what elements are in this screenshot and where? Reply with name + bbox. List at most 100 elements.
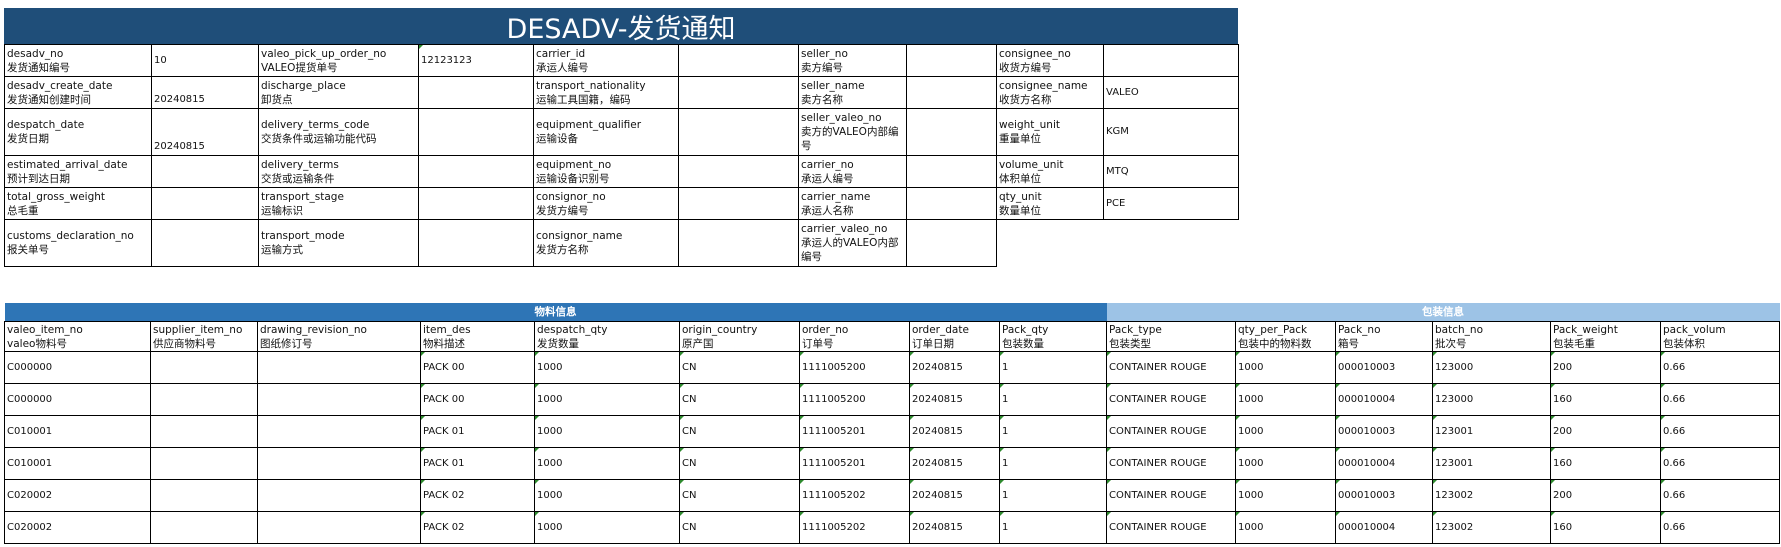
table-cell-pack-volum[interactable]: 0.66 (1660, 511, 1781, 544)
field-value[interactable] (418, 219, 534, 267)
table-cell-drawing-revision-no[interactable] (257, 351, 421, 384)
field-value[interactable] (906, 76, 997, 109)
table-cell-supplier-item-no[interactable] (150, 511, 258, 544)
table-cell-qty-per-pack[interactable]: 1000 (1235, 383, 1337, 416)
table-cell-supplier-item-no[interactable] (150, 383, 258, 416)
field-value[interactable]: 20240815 (151, 76, 259, 109)
field-value[interactable]: MTQ (1103, 155, 1239, 188)
table-cell-order-date[interactable]: 20240815 (909, 351, 1000, 384)
field-value[interactable] (678, 219, 799, 267)
table-cell-order-no[interactable]: 1111005200 (799, 383, 910, 416)
table-cell-supplier-item-no[interactable] (150, 479, 258, 512)
table-cell-pack-qty[interactable]: 1 (998, 415, 1108, 448)
table-cell-pack-qty[interactable]: 1 (998, 511, 1108, 544)
table-cell-supplier-item-no[interactable] (150, 351, 258, 384)
table-cell-item-des[interactable]: PACK 00 (420, 383, 535, 416)
table-cell-order-date[interactable]: 20240815 (909, 415, 1000, 448)
table-cell-order-date[interactable]: 20240815 (909, 383, 1000, 416)
table-cell-valeo-item-no[interactable]: C000000 (4, 351, 151, 384)
table-cell-pack-volum[interactable]: 0.66 (1660, 479, 1781, 512)
table-cell-pack-weight[interactable]: 160 (1550, 511, 1662, 544)
table-cell-order-date[interactable]: 20240815 (909, 479, 1000, 512)
field-value[interactable] (906, 187, 997, 220)
table-cell-batch-no[interactable]: 123000 (1432, 383, 1552, 416)
table-cell-qty-per-pack[interactable]: 1000 (1235, 447, 1337, 480)
table-cell-pack-no[interactable]: 000010003 (1335, 351, 1434, 384)
table-cell-qty-per-pack[interactable]: 1000 (1235, 415, 1337, 448)
field-value[interactable] (151, 219, 259, 267)
field-value[interactable]: VALEO (1103, 76, 1239, 109)
table-cell-pack-no[interactable]: 000010004 (1335, 383, 1434, 416)
table-cell-valeo-item-no[interactable]: C020002 (4, 479, 151, 512)
table-cell-order-no[interactable]: 1111005202 (799, 479, 910, 512)
table-cell-pack-volum[interactable]: 0.66 (1660, 351, 1781, 384)
table-cell-valeo-item-no[interactable]: C010001 (4, 415, 151, 448)
field-value[interactable] (418, 155, 534, 188)
table-cell-order-no[interactable]: 1111005200 (799, 351, 910, 384)
table-cell-qty-per-pack[interactable]: 1000 (1235, 479, 1337, 512)
table-cell-drawing-revision-no[interactable] (257, 479, 421, 512)
field-value[interactable]: 20240815 (151, 108, 259, 156)
field-value[interactable]: 12123123 (418, 44, 534, 77)
table-cell-item-des[interactable]: PACK 02 (420, 511, 535, 544)
table-cell-origin-country[interactable]: CN (679, 415, 800, 448)
table-cell-pack-weight[interactable]: 200 (1550, 351, 1662, 384)
table-cell-pack-volum[interactable]: 0.66 (1660, 415, 1781, 448)
table-cell-despatch-qty[interactable]: 1000 (534, 351, 680, 384)
table-cell-pack-no[interactable]: 000010004 (1335, 447, 1434, 480)
table-cell-qty-per-pack[interactable]: 1000 (1235, 511, 1337, 544)
table-cell-pack-type[interactable]: CONTAINER ROUGE (1106, 447, 1237, 480)
field-value[interactable] (151, 155, 259, 188)
table-cell-valeo-item-no[interactable]: C020002 (4, 511, 151, 544)
table-cell-item-des[interactable]: PACK 01 (420, 447, 535, 480)
field-value[interactable] (678, 76, 799, 109)
table-cell-pack-weight[interactable]: 200 (1550, 479, 1662, 512)
table-cell-pack-weight[interactable]: 160 (1550, 383, 1662, 416)
table-cell-order-date[interactable]: 20240815 (909, 511, 1000, 544)
field-value[interactable] (906, 155, 997, 188)
field-value[interactable] (678, 155, 799, 188)
table-cell-order-no[interactable]: 1111005202 (799, 511, 910, 544)
table-cell-batch-no[interactable]: 123002 (1432, 479, 1552, 512)
table-cell-origin-country[interactable]: CN (679, 511, 800, 544)
table-cell-pack-qty[interactable]: 1 (998, 479, 1108, 512)
table-cell-pack-weight[interactable]: 160 (1550, 447, 1662, 480)
table-cell-item-des[interactable]: PACK 02 (420, 479, 535, 512)
field-value[interactable] (418, 76, 534, 109)
table-cell-batch-no[interactable]: 123001 (1432, 447, 1552, 480)
table-cell-pack-no[interactable]: 000010003 (1335, 479, 1434, 512)
table-cell-item-des[interactable]: PACK 01 (420, 415, 535, 448)
field-value[interactable] (678, 108, 799, 156)
table-cell-despatch-qty[interactable]: 1000 (534, 479, 680, 512)
field-value[interactable] (906, 219, 997, 267)
table-cell-drawing-revision-no[interactable] (257, 447, 421, 480)
table-cell-pack-volum[interactable]: 0.66 (1660, 447, 1781, 480)
table-cell-pack-type[interactable]: CONTAINER ROUGE (1106, 511, 1237, 544)
field-value[interactable]: KGM (1103, 108, 1239, 156)
table-cell-pack-volum[interactable]: 0.66 (1660, 383, 1781, 416)
table-cell-pack-type[interactable]: CONTAINER ROUGE (1106, 415, 1237, 448)
table-cell-drawing-revision-no[interactable] (257, 415, 421, 448)
table-cell-item-des[interactable]: PACK 00 (420, 351, 535, 384)
table-cell-despatch-qty[interactable]: 1000 (534, 511, 680, 544)
table-cell-valeo-item-no[interactable]: C010001 (4, 447, 151, 480)
table-cell-pack-weight[interactable]: 200 (1550, 415, 1662, 448)
table-cell-order-no[interactable]: 1111005201 (799, 415, 910, 448)
field-value[interactable] (418, 108, 534, 156)
table-cell-batch-no[interactable]: 123000 (1432, 351, 1552, 384)
table-cell-drawing-revision-no[interactable] (257, 383, 421, 416)
table-cell-batch-no[interactable]: 123002 (1432, 511, 1552, 544)
table-cell-pack-type[interactable]: CONTAINER ROUGE (1106, 479, 1237, 512)
table-cell-despatch-qty[interactable]: 1000 (534, 415, 680, 448)
table-cell-despatch-qty[interactable]: 1000 (534, 447, 680, 480)
table-cell-pack-qty[interactable]: 1 (998, 447, 1108, 480)
table-cell-pack-qty[interactable]: 1 (998, 351, 1108, 384)
field-value[interactable]: 10 (151, 44, 259, 77)
field-value[interactable] (678, 187, 799, 220)
field-value[interactable] (418, 187, 534, 220)
table-cell-pack-type[interactable]: CONTAINER ROUGE (1106, 351, 1237, 384)
table-cell-pack-qty[interactable]: 1 (998, 383, 1108, 416)
table-cell-origin-country[interactable]: CN (679, 447, 800, 480)
table-cell-origin-country[interactable]: CN (679, 383, 800, 416)
table-cell-origin-country[interactable]: CN (679, 479, 800, 512)
